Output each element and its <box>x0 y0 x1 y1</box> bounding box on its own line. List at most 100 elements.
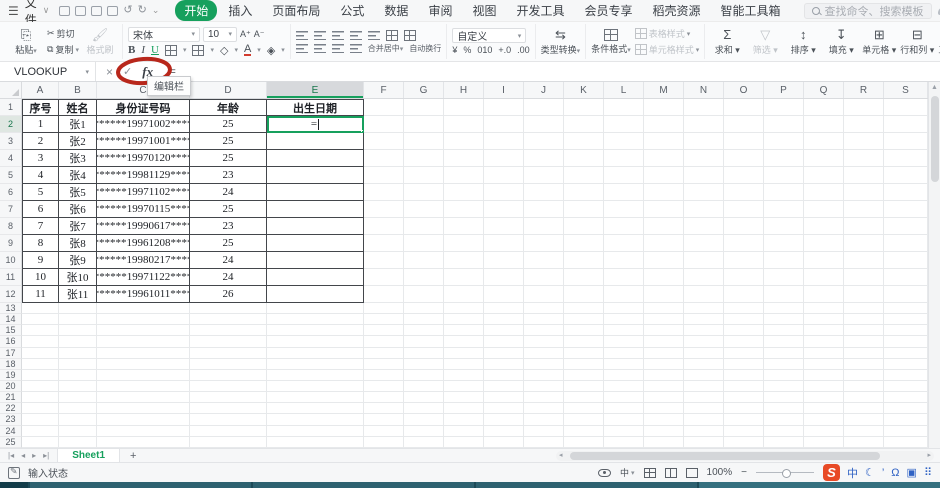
cell-H4[interactable] <box>444 150 484 167</box>
cell-F10[interactable] <box>364 252 404 269</box>
cell-S6[interactable] <box>884 184 928 201</box>
cell-P6[interactable] <box>764 184 804 201</box>
cell-G6[interactable] <box>404 184 444 201</box>
row-header-15[interactable]: 15 <box>0 325 22 336</box>
cell-J12[interactable] <box>524 286 564 303</box>
cell-H15[interactable] <box>444 325 484 336</box>
cell-C12[interactable]: ******19961011**** <box>97 286 190 303</box>
cell-N3[interactable] <box>684 133 724 150</box>
cell-S10[interactable] <box>884 252 928 269</box>
number-icon-4[interactable]: .00 <box>517 45 530 55</box>
cell-R19[interactable] <box>844 370 884 381</box>
cell-Q25[interactable] <box>804 437 844 448</box>
cell-K10[interactable] <box>564 252 604 269</box>
cell-K7[interactable] <box>564 201 604 218</box>
ribbon-tab-会员专享[interactable]: 会员专享 <box>575 0 641 21</box>
cell-Q7[interactable] <box>804 201 844 218</box>
cell-R5[interactable] <box>844 167 884 184</box>
cell-Q10[interactable] <box>804 252 844 269</box>
cell-C25[interactable] <box>97 437 190 448</box>
align-top-icon[interactable] <box>296 31 308 40</box>
cell-N13[interactable] <box>684 303 724 314</box>
cell-D17[interactable] <box>190 348 267 359</box>
number-icon-2[interactable]: 010 <box>477 45 492 55</box>
cell-L21[interactable] <box>604 392 644 403</box>
cell-L20[interactable] <box>604 381 644 392</box>
cell-J16[interactable] <box>524 336 564 347</box>
sort-button[interactable]: ↕排序 ▾ <box>786 25 820 59</box>
cell-J2[interactable] <box>524 116 564 133</box>
cell-N1[interactable] <box>684 99 724 116</box>
cell-S7[interactable] <box>884 201 928 218</box>
cell-L3[interactable] <box>604 133 644 150</box>
cell-L23[interactable] <box>604 414 644 425</box>
cell-L4[interactable] <box>604 150 644 167</box>
column-header-K[interactable]: K <box>564 82 604 98</box>
cell-M18[interactable] <box>644 359 684 370</box>
cell-L8[interactable] <box>604 218 644 235</box>
cell-M5[interactable] <box>644 167 684 184</box>
cell-N10[interactable] <box>684 252 724 269</box>
cell-B14[interactable] <box>59 314 97 325</box>
cell-H17[interactable] <box>444 348 484 359</box>
cell-C16[interactable] <box>97 336 190 347</box>
row-header-9[interactable]: 9 <box>0 235 22 252</box>
cell-B19[interactable] <box>59 370 97 381</box>
cell-F14[interactable] <box>364 314 404 325</box>
cell-G13[interactable] <box>404 303 444 314</box>
cell-F8[interactable] <box>364 218 404 235</box>
last-sheet-icon[interactable]: ▸| <box>43 451 49 460</box>
cell-N14[interactable] <box>684 314 724 325</box>
cell-H3[interactable] <box>444 133 484 150</box>
cell-M14[interactable] <box>644 314 684 325</box>
cell-Q23[interactable] <box>804 414 844 425</box>
cell-J17[interactable] <box>524 348 564 359</box>
cell-E9[interactable] <box>267 235 364 252</box>
cell-A23[interactable] <box>22 414 59 425</box>
column-header-M[interactable]: M <box>644 82 684 98</box>
cell-O19[interactable] <box>724 370 764 381</box>
cell-G21[interactable] <box>404 392 444 403</box>
justify-icon[interactable] <box>350 44 362 53</box>
row-header-8[interactable]: 8 <box>0 218 22 235</box>
cell-N6[interactable] <box>684 184 724 201</box>
cell-I12[interactable] <box>484 286 524 303</box>
cell-S12[interactable] <box>884 286 928 303</box>
cell-F7[interactable] <box>364 201 404 218</box>
cell-N23[interactable] <box>684 414 724 425</box>
cell-K13[interactable] <box>564 303 604 314</box>
ribbon-tab-插入[interactable]: 插入 <box>219 0 261 21</box>
cell-M21[interactable] <box>644 392 684 403</box>
cell-D7[interactable]: 25 <box>190 201 267 218</box>
cell-R23[interactable] <box>844 414 884 425</box>
cell-C21[interactable] <box>97 392 190 403</box>
column-header-H[interactable]: H <box>444 82 484 98</box>
cell-D11[interactable]: 24 <box>190 269 267 286</box>
cell-R9[interactable] <box>844 235 884 252</box>
cell-I3[interactable] <box>484 133 524 150</box>
cell-H19[interactable] <box>444 370 484 381</box>
column-header-D[interactable]: D <box>190 82 267 98</box>
cell-H20[interactable] <box>444 381 484 392</box>
cell-L13[interactable] <box>604 303 644 314</box>
cell-O17[interactable] <box>724 348 764 359</box>
cell-I5[interactable] <box>484 167 524 184</box>
cell-E18[interactable] <box>267 359 364 370</box>
cell-L5[interactable] <box>604 167 644 184</box>
eye-protection-icon[interactable] <box>598 469 611 477</box>
cell-S9[interactable] <box>884 235 928 252</box>
cell-M17[interactable] <box>644 348 684 359</box>
cell-B3[interactable]: 张2 <box>59 133 97 150</box>
cell-C6[interactable]: ******19971102**** <box>97 184 190 201</box>
rows-cols-button[interactable]: ⊟行和列 ▾ <box>900 25 934 59</box>
cell-E13[interactable] <box>267 303 364 314</box>
cell-S22[interactable] <box>884 403 928 414</box>
next-sheet-icon[interactable]: ▸ <box>32 451 36 460</box>
cell-C1[interactable]: 身份证号码 <box>97 99 190 116</box>
cell-M20[interactable] <box>644 381 684 392</box>
cell-H25[interactable] <box>444 437 484 448</box>
cell-J19[interactable] <box>524 370 564 381</box>
cell-L10[interactable] <box>604 252 644 269</box>
cell-D6[interactable]: 24 <box>190 184 267 201</box>
horizontal-scroll-thumb[interactable] <box>570 452 880 460</box>
